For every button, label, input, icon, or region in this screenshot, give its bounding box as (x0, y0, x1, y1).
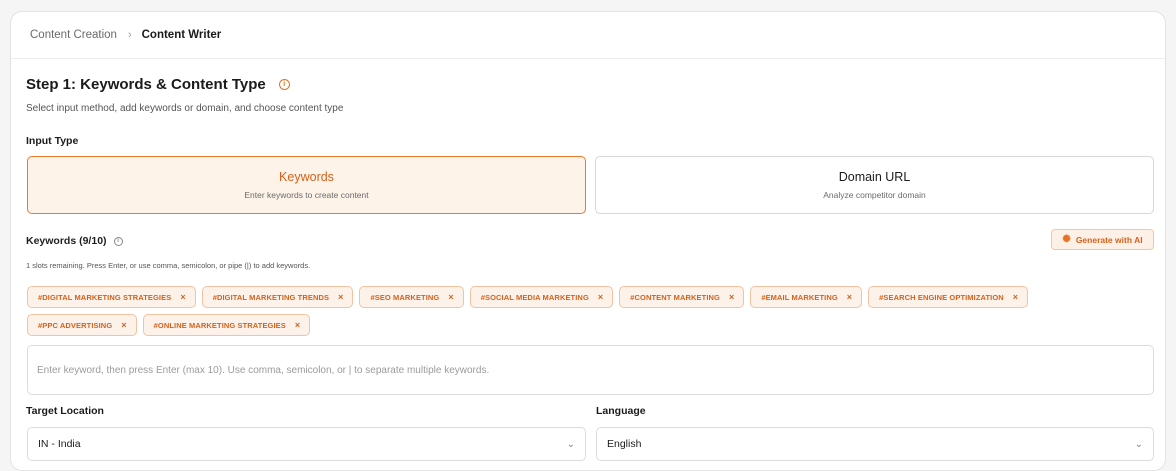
keywords-label-text: Keywords (9/10) (26, 235, 107, 247)
remove-tag-icon[interactable]: × (448, 292, 453, 302)
breadcrumb: Content Creation › Content Writer (11, 12, 1165, 59)
keyword-tag: #DIGITAL MARKETING TRENDS × (201, 286, 354, 308)
keyword-tag: #DIGITAL MARKETING STRATEGIES × (27, 286, 196, 308)
input-type-keywords-option[interactable]: Keywords Enter keywords to create conten… (27, 156, 586, 214)
language-value: English (607, 438, 642, 450)
keyword-input[interactable] (27, 345, 1154, 395)
remove-tag-icon[interactable]: × (121, 320, 126, 330)
keywords-label: Keywords (9/10) i (26, 235, 123, 247)
target-location-value: IN - India (38, 438, 81, 450)
generate-button-label: Generate with AI (1075, 234, 1143, 245)
info-icon[interactable]: i (278, 79, 290, 90)
keyword-tag: #SEARCH ENGINE OPTIMIZATION × (868, 286, 1029, 308)
keyword-tag-label: #EMAIL MARKETING (761, 292, 838, 302)
option-title: Domain URL (838, 170, 911, 184)
remove-tag-icon[interactable]: × (338, 292, 343, 302)
remove-tag-icon[interactable]: × (598, 292, 603, 302)
chevron-down-icon: ⌄ (1134, 438, 1143, 450)
breadcrumb-parent-link[interactable]: Content Creation (30, 29, 117, 41)
remove-tag-icon[interactable]: × (729, 292, 734, 302)
language-label: Language (596, 405, 646, 417)
keyword-tag: #SEO MARKETING × (359, 286, 464, 308)
keyword-tag: #EMAIL MARKETING × (750, 286, 863, 308)
info-icon[interactable]: i (113, 236, 123, 246)
keyword-tag: #PPC ADVERTISING × (27, 314, 137, 336)
keyword-tag-label: #SEARCH ENGINE OPTIMIZATION (879, 292, 1004, 302)
step-title: Step 1: Keywords & Content Type i (26, 76, 290, 93)
keyword-tag: #ONLINE MARKETING STRATEGIES × (142, 314, 311, 336)
slots-remaining-hint: 1 slots remaining. Press Enter, or use c… (26, 261, 311, 270)
keyword-tag-label: #PPC ADVERTISING (38, 320, 113, 330)
keyword-tag-label: #DIGITAL MARKETING STRATEGIES (38, 292, 172, 302)
step-title-text: Step 1: Keywords & Content Type (26, 76, 266, 93)
remove-tag-icon[interactable]: × (180, 292, 185, 302)
remove-tag-icon[interactable]: × (1013, 292, 1018, 302)
remove-tag-icon[interactable]: × (847, 292, 852, 302)
remove-tag-icon[interactable]: × (295, 320, 300, 330)
keyword-tag: #CONTENT MARKETING × (619, 286, 745, 308)
keyword-tag: #SOCIAL MEDIA MARKETING × (469, 286, 614, 308)
chevron-right-icon: › (127, 29, 132, 41)
target-location-label: Target Location (26, 405, 104, 417)
chevron-down-icon: ⌄ (566, 438, 575, 450)
breadcrumb-current: Content Writer (141, 29, 222, 41)
option-description: Enter keywords to create content (244, 190, 369, 200)
content-writer-card: Content Creation › Content Writer Step 1… (10, 11, 1166, 471)
keyword-tag-label: #CONTENT MARKETING (630, 292, 720, 302)
keyword-tag-label: #SOCIAL MEDIA MARKETING (480, 292, 589, 302)
input-type-domain-option[interactable]: Domain URL Analyze competitor domain (595, 156, 1154, 214)
keyword-tags-row-1: #DIGITAL MARKETING STRATEGIES × #DIGITAL … (27, 286, 1029, 308)
generate-with-ai-button[interactable]: ✺ Generate with AI (1051, 229, 1154, 250)
language-select[interactable]: English ⌄ (596, 427, 1154, 461)
sparkle-icon: ✺ (1062, 234, 1071, 245)
option-title: Keywords (279, 170, 334, 184)
keyword-tags-row-2: #PPC ADVERTISING × #ONLINE MARKETING STRA… (27, 314, 311, 336)
step-subtitle: Select input method, add keywords or dom… (26, 103, 344, 114)
option-description: Analyze competitor domain (823, 190, 926, 200)
keyword-tag-label: #DIGITAL MARKETING TRENDS (212, 292, 330, 302)
keyword-tag-label: #ONLINE MARKETING STRATEGIES (153, 320, 286, 330)
input-type-label: Input Type (26, 135, 79, 147)
target-location-select[interactable]: IN - India ⌄ (27, 427, 586, 461)
keyword-tag-label: #SEO MARKETING (370, 292, 440, 302)
